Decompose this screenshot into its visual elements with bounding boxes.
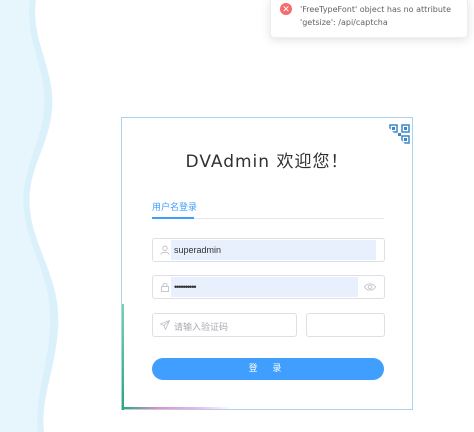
- login-tabs: 用户名登录: [152, 200, 384, 219]
- eye-icon[interactable]: [364, 282, 376, 292]
- login-title: DVAdmin 欢迎您！: [185, 152, 349, 172]
- send-icon: [160, 320, 170, 330]
- qr-code-icon[interactable]: [389, 124, 411, 146]
- password-value: ••••••••••: [174, 282, 196, 292]
- username-value: superadmin: [174, 245, 222, 255]
- password-field[interactable]: ••••••••••: [152, 275, 385, 299]
- username-field[interactable]: superadmin: [152, 238, 385, 262]
- card-accent-left: [122, 304, 124, 410]
- error-circle-icon: ✕: [280, 3, 292, 15]
- captcha-field[interactable]: 请输入验证码: [152, 313, 297, 337]
- captcha-image[interactable]: [306, 313, 385, 337]
- background-wave: [0, 0, 59, 432]
- user-icon: [160, 245, 170, 255]
- notification-message: 'FreeTypeFont' object has no attribute '…: [300, 5, 451, 27]
- login-button[interactable]: 登 录: [152, 358, 384, 380]
- captcha-placeholder: 请输入验证码: [174, 323, 229, 333]
- autofill-background: [171, 277, 358, 297]
- login-card: DVAdmin 欢迎您！ 用户名登录 superadmin ••••••••••: [121, 117, 413, 410]
- tab-username-login[interactable]: 用户名登录: [152, 200, 197, 217]
- active-tab-indicator: [152, 217, 194, 219]
- error-notification: ✕ 'FreeTypeFont' object has no attribute…: [270, 0, 468, 38]
- lock-icon: [161, 282, 169, 292]
- card-accent-bottom: [122, 407, 232, 409]
